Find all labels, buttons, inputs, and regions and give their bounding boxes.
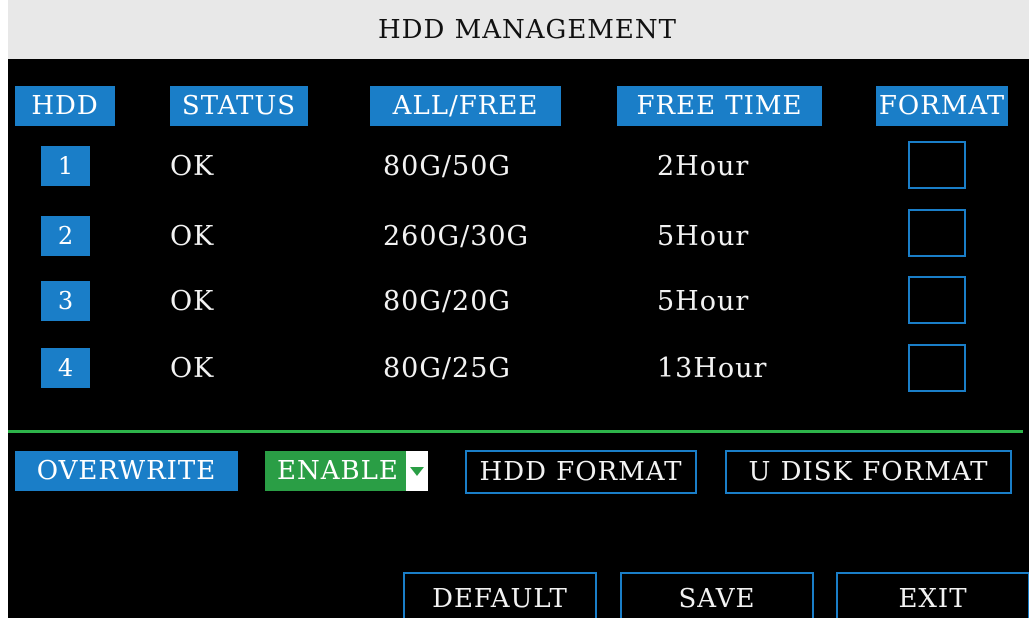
format-checkbox-3[interactable] [908, 276, 966, 324]
hdd-format-button[interactable]: HDD FORMAT [465, 450, 697, 494]
hdd-number-2: 2 [41, 216, 90, 256]
hdd-number-4: 4 [41, 348, 90, 388]
hdd-capacity-1: 80G/50G [383, 150, 511, 182]
overwrite-label: OVERWRITE [15, 451, 238, 491]
column-header-format: FORMAT [876, 86, 1008, 126]
hdd-free-time-4: 13Hour [657, 352, 768, 384]
hdd-capacity-4: 80G/25G [383, 352, 511, 384]
u-disk-format-button[interactable]: U DISK FORMAT [725, 450, 1012, 494]
right-border [1029, 0, 1035, 618]
column-header-status: STATUS [170, 86, 308, 126]
overwrite-select-value: ENABLE [277, 456, 399, 486]
hdd-management-screen: HDD MANAGEMENT HDD STATUS ALL/FREE FREE … [0, 0, 1035, 618]
hdd-free-time-2: 5Hour [657, 220, 750, 252]
overwrite-select[interactable]: ENABLE [265, 451, 428, 491]
format-checkbox-1[interactable] [908, 141, 966, 189]
chevron-down-icon[interactable] [406, 451, 428, 491]
default-button[interactable]: DEFAULT [403, 572, 597, 618]
hdd-capacity-2: 260G/30G [383, 220, 530, 252]
hdd-free-time-1: 2Hour [657, 150, 750, 182]
column-header-all-free: ALL/FREE [370, 86, 561, 126]
hdd-status-1: OK [170, 150, 215, 182]
hdd-number-1: 1 [41, 146, 90, 186]
hdd-status-4: OK [170, 352, 215, 384]
page-title: HDD MANAGEMENT [378, 14, 677, 45]
save-button[interactable]: SAVE [620, 572, 814, 618]
hdd-status-3: OK [170, 285, 215, 317]
section-divider [8, 430, 1023, 433]
left-border [0, 0, 8, 618]
title-bar: HDD MANAGEMENT [0, 0, 1035, 59]
format-checkbox-4[interactable] [908, 344, 966, 392]
hdd-status-2: OK [170, 220, 215, 252]
column-header-free-time: FREE TIME [617, 86, 822, 126]
hdd-capacity-3: 80G/20G [383, 285, 511, 317]
format-checkbox-2[interactable] [908, 209, 966, 257]
exit-button[interactable]: EXIT [836, 572, 1030, 618]
column-header-hdd: HDD [15, 86, 115, 126]
hdd-number-3: 3 [41, 281, 90, 321]
hdd-free-time-3: 5Hour [657, 285, 750, 317]
